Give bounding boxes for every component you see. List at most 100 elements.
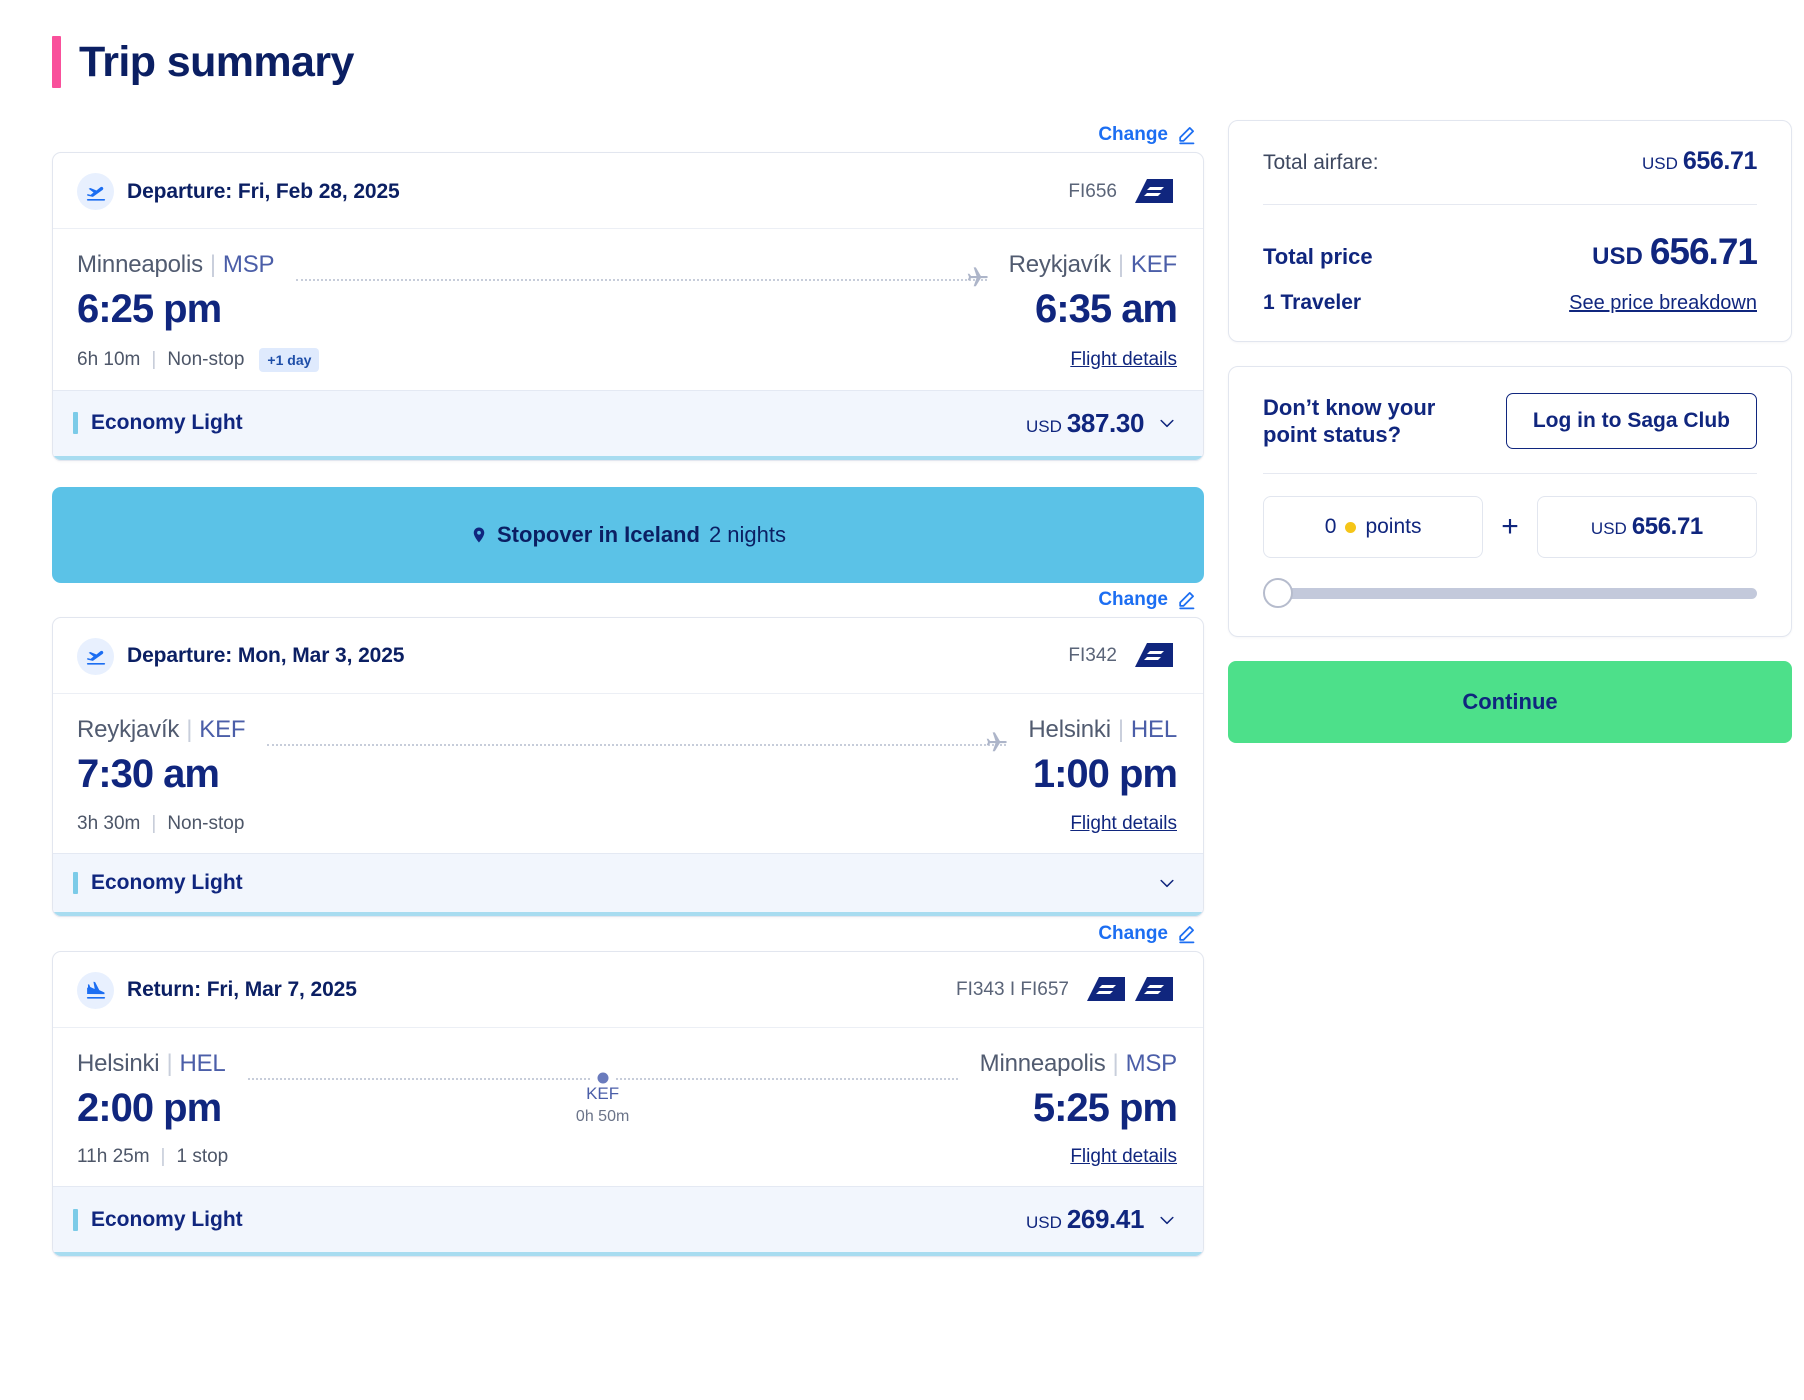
points-box[interactable]: 0 points xyxy=(1263,496,1483,558)
price-panel-divider xyxy=(1263,204,1757,205)
see-price-breakdown-link[interactable]: See price breakdown xyxy=(1569,292,1757,315)
cash-box[interactable]: USD 656.71 xyxy=(1537,496,1757,558)
destination-code-3: MSP xyxy=(1126,1050,1177,1077)
trip-summary-page: Trip summary Change xyxy=(0,0,1804,1400)
saga-club-body: Don’t know your point status? Log in to … xyxy=(1229,367,1791,636)
continue-button[interactable]: Continue xyxy=(1228,661,1792,743)
change-row-flight-1: Change xyxy=(52,118,1204,152)
plane-icon-1 xyxy=(965,264,991,295)
saga-panel-divider xyxy=(1263,473,1757,474)
destination-line-2: Helsinki|HEL xyxy=(1028,716,1177,744)
fare-accent-tick xyxy=(73,1209,78,1231)
flight-card-1-header-right: FI656 xyxy=(1068,176,1177,208)
destination-line-3: Minneapolis|MSP xyxy=(980,1050,1177,1078)
fare-currency-3: USD xyxy=(1026,1213,1062,1232)
point-status-question: Don’t know your point status? xyxy=(1263,394,1483,449)
pencil-icon xyxy=(1176,590,1196,610)
stop-airport-code: KEF xyxy=(586,1084,619,1103)
flight-details-link-2[interactable]: Flight details xyxy=(1070,813,1177,835)
stop-dot-icon xyxy=(597,1072,608,1083)
fare-accent-tick xyxy=(73,872,78,894)
flight-card-3-header-left: Return: Fri, Mar 7, 2025 xyxy=(77,972,357,1009)
points-slider-track[interactable] xyxy=(1277,588,1757,599)
total-airfare-value: USD656.71 xyxy=(1642,147,1757,176)
divider-pipe: | xyxy=(151,349,156,371)
travelers-row: 1 Traveler See price breakdown xyxy=(1263,291,1757,315)
flight-card-2-header-right: FI342 xyxy=(1068,640,1177,672)
flight-card-1-meta: 6h 10m | Non-stop +1 day Flight details xyxy=(77,348,1177,372)
change-link-flight-1[interactable]: Change xyxy=(1098,124,1196,146)
pencil-icon xyxy=(1176,924,1196,944)
flight-card-1-header-left: Departure: Fri, Feb 28, 2025 xyxy=(77,173,400,210)
total-price-label: Total price xyxy=(1263,244,1373,270)
change-link-label: Change xyxy=(1098,124,1168,146)
change-row-flight-3: Change xyxy=(52,917,1204,951)
destination-line-1: Reykjavík|KEF xyxy=(1009,251,1177,279)
points-slider-thumb[interactable] xyxy=(1263,578,1293,608)
origin-city-2: Reykjavík xyxy=(77,716,179,743)
chevron-down-icon[interactable] xyxy=(1157,873,1177,893)
origin-city-1: Minneapolis xyxy=(77,251,203,278)
summary-column: Total airfare: USD656.71 Total price USD… xyxy=(1228,118,1792,743)
fare-bar-1[interactable]: Economy Light USD 387.30 xyxy=(53,390,1203,460)
change-link-flight-2[interactable]: Change xyxy=(1098,589,1196,611)
title-accent-bar xyxy=(52,36,61,88)
log-in-to-saga-club-button[interactable]: Log in to Saga Club xyxy=(1506,393,1757,449)
flight-card-3-header-right: FI343 I FI657 xyxy=(956,974,1177,1006)
stopover-text: Stopover in Iceland xyxy=(497,522,700,548)
points-cash-row: 0 points + USD656.71 xyxy=(1263,496,1757,558)
destination-block-1: Reykjavík|KEF 6:35 am xyxy=(1009,251,1177,332)
fare-bar-2[interactable]: Economy Light xyxy=(53,853,1203,916)
duration-2: 3h 30m xyxy=(77,813,140,835)
fare-name-1: Economy Light xyxy=(91,411,243,435)
chevron-down-icon[interactable] xyxy=(1157,413,1177,433)
depart-time-3: 2:00 pm xyxy=(77,1086,226,1131)
stopover-nights: 2 nights xyxy=(709,522,786,548)
airline-tail-logo xyxy=(1133,640,1177,672)
points-slider[interactable] xyxy=(1263,576,1757,610)
flight-card-1-header: Departure: Fri, Feb 28, 2025 FI656 xyxy=(53,153,1203,229)
origin-code-2: KEF xyxy=(199,716,245,743)
cash-currency: USD xyxy=(1591,519,1627,538)
flight-card-1-date: Departure: Fri, Feb 28, 2025 xyxy=(127,180,400,204)
fare-bar-3[interactable]: Economy Light USD269.41 xyxy=(53,1186,1203,1256)
fare-price-1: USD 387.30 xyxy=(1026,408,1144,439)
fare-left-3: Economy Light xyxy=(73,1208,243,1232)
points-label: points xyxy=(1365,515,1421,539)
origin-code-1: MSP xyxy=(223,251,274,278)
total-price-row: Total price USD656.71 xyxy=(1263,231,1757,273)
saga-top-row: Don’t know your point status? Log in to … xyxy=(1263,393,1757,449)
flight-details-link-1[interactable]: Flight details xyxy=(1070,349,1177,371)
duration-row-3: 11h 25m | 1 stop xyxy=(77,1146,228,1168)
total-airfare-row: Total airfare: USD656.71 xyxy=(1263,147,1757,176)
depart-time-1: 6:25 pm xyxy=(77,287,274,332)
stop-layover-duration: 0h 50m xyxy=(576,1108,629,1125)
divider-pipe: | xyxy=(161,1146,166,1168)
origin-code-3: HEL xyxy=(179,1050,225,1077)
change-link-flight-3[interactable]: Change xyxy=(1098,923,1196,945)
fare-left-2: Economy Light xyxy=(73,871,243,895)
fare-name-3: Economy Light xyxy=(91,1208,243,1232)
duration-row-2: 3h 30m | Non-stop xyxy=(77,813,244,835)
route-path-1 xyxy=(296,264,986,294)
cash-amount: 656.71 xyxy=(1632,513,1703,540)
origin-block-2: Reykjavík|KEF 7:30 am xyxy=(77,716,245,797)
origin-block-1: Minneapolis|MSP 6:25 pm xyxy=(77,251,274,332)
airline-tail-logo xyxy=(1133,176,1177,208)
chevron-down-icon[interactable] xyxy=(1157,1210,1177,1230)
total-price-value: USD656.71 xyxy=(1592,231,1757,273)
arrive-time-3: 5:25 pm xyxy=(1033,1086,1177,1131)
fare-currency-1: USD xyxy=(1026,417,1062,436)
fare-amount-1: 387.30 xyxy=(1067,408,1144,438)
points-value: 0 xyxy=(1325,515,1337,539)
plane-takeoff-icon xyxy=(77,638,114,675)
stops-3: 1 stop xyxy=(176,1146,228,1168)
duration-1: 6h 10m xyxy=(77,349,140,371)
route-dotted-line-1 xyxy=(296,279,986,281)
flight-details-link-3[interactable]: Flight details xyxy=(1070,1146,1177,1168)
stopover-banner: Stopover in Iceland 2 nights xyxy=(52,487,1204,583)
points-dot-icon xyxy=(1345,522,1356,533)
flight-card-2-route: Reykjavík|KEF 7:30 am xyxy=(53,694,1203,853)
total-price-currency: USD xyxy=(1592,243,1643,270)
divider-pipe: | xyxy=(151,813,156,835)
